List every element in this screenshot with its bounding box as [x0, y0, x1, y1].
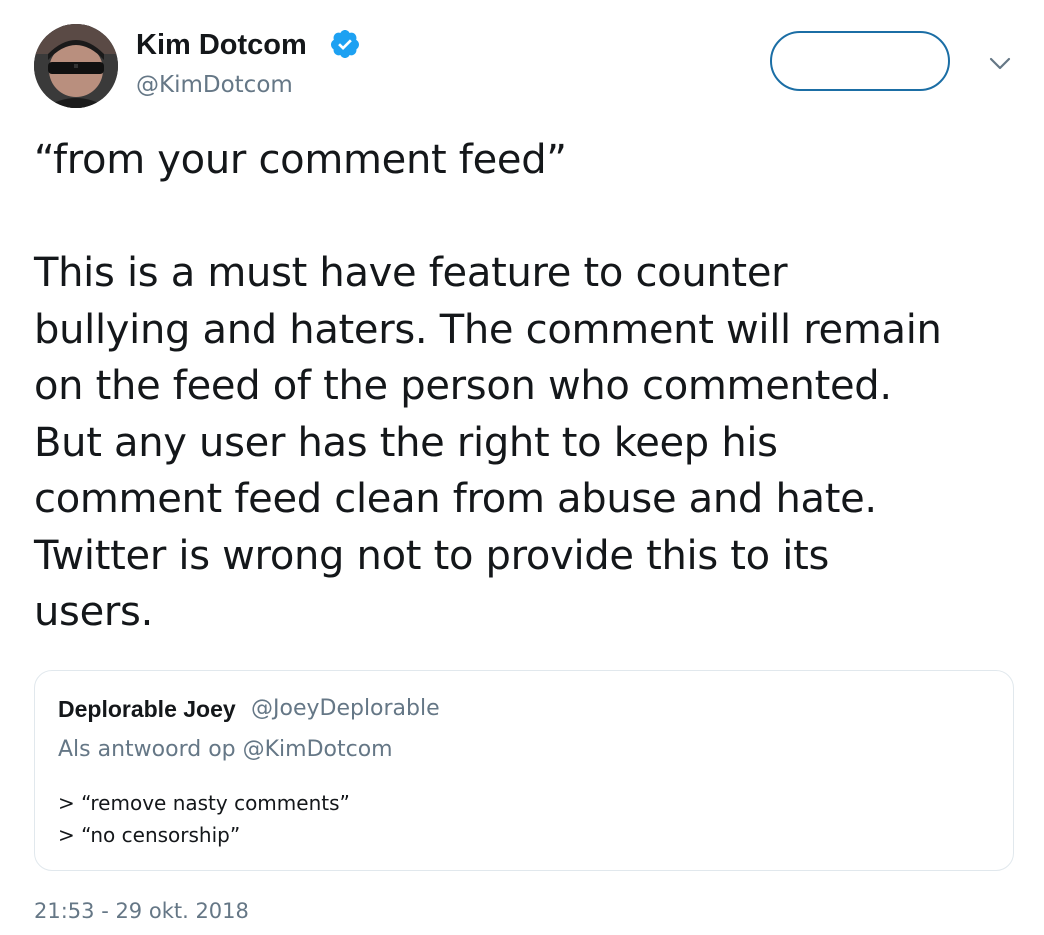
- follow-button[interactable]: [770, 31, 950, 91]
- verified-badge-icon: [330, 30, 359, 58]
- quoted-reply-context: Als antwoord op @KimDotcom: [58, 737, 393, 762]
- quoted-line: > “remove nasty comments”: [58, 791, 350, 815]
- quoted-tweet-text: > “remove nasty comments” > “no censorsh…: [58, 787, 350, 851]
- tweet-line: users.: [34, 589, 154, 635]
- tweet-line: Twitter is wrong not to provide this to …: [34, 532, 829, 579]
- tweet-timestamp[interactable]: 21:53 - 29 okt. 2018: [34, 896, 249, 926]
- tweet-text: “from your comment feed” This is a must …: [34, 132, 1024, 641]
- author-avatar[interactable]: [34, 24, 118, 108]
- tweet-line: This is a must have feature to counter: [34, 250, 788, 296]
- quoted-display-name: Deplorable Joey: [58, 696, 236, 722]
- tweet-line: on the feed of the person who commented.: [34, 363, 892, 409]
- quoted-tweet-card[interactable]: Deplorable Joey @JoeyDeplorable Als antw…: [34, 670, 1014, 871]
- quoted-handle: @JoeyDeplorable: [251, 696, 440, 721]
- author-handle[interactable]: @KimDotcom: [136, 70, 293, 100]
- tweet-line: “from your comment feed”: [34, 137, 567, 183]
- quoted-line: > “no censorship”: [58, 823, 241, 847]
- chevron-down-icon[interactable]: [985, 53, 1015, 75]
- tweet-line: But any user has the right to keep his: [34, 419, 778, 466]
- user-avatar-sunglasses-icon: [34, 24, 118, 108]
- author-display-name[interactable]: Kim Dotcom: [136, 26, 307, 64]
- tweet-line: comment feed clean from abuse and hate.: [34, 476, 877, 522]
- tweet-line: bullying and haters. The comment will re…: [34, 306, 942, 353]
